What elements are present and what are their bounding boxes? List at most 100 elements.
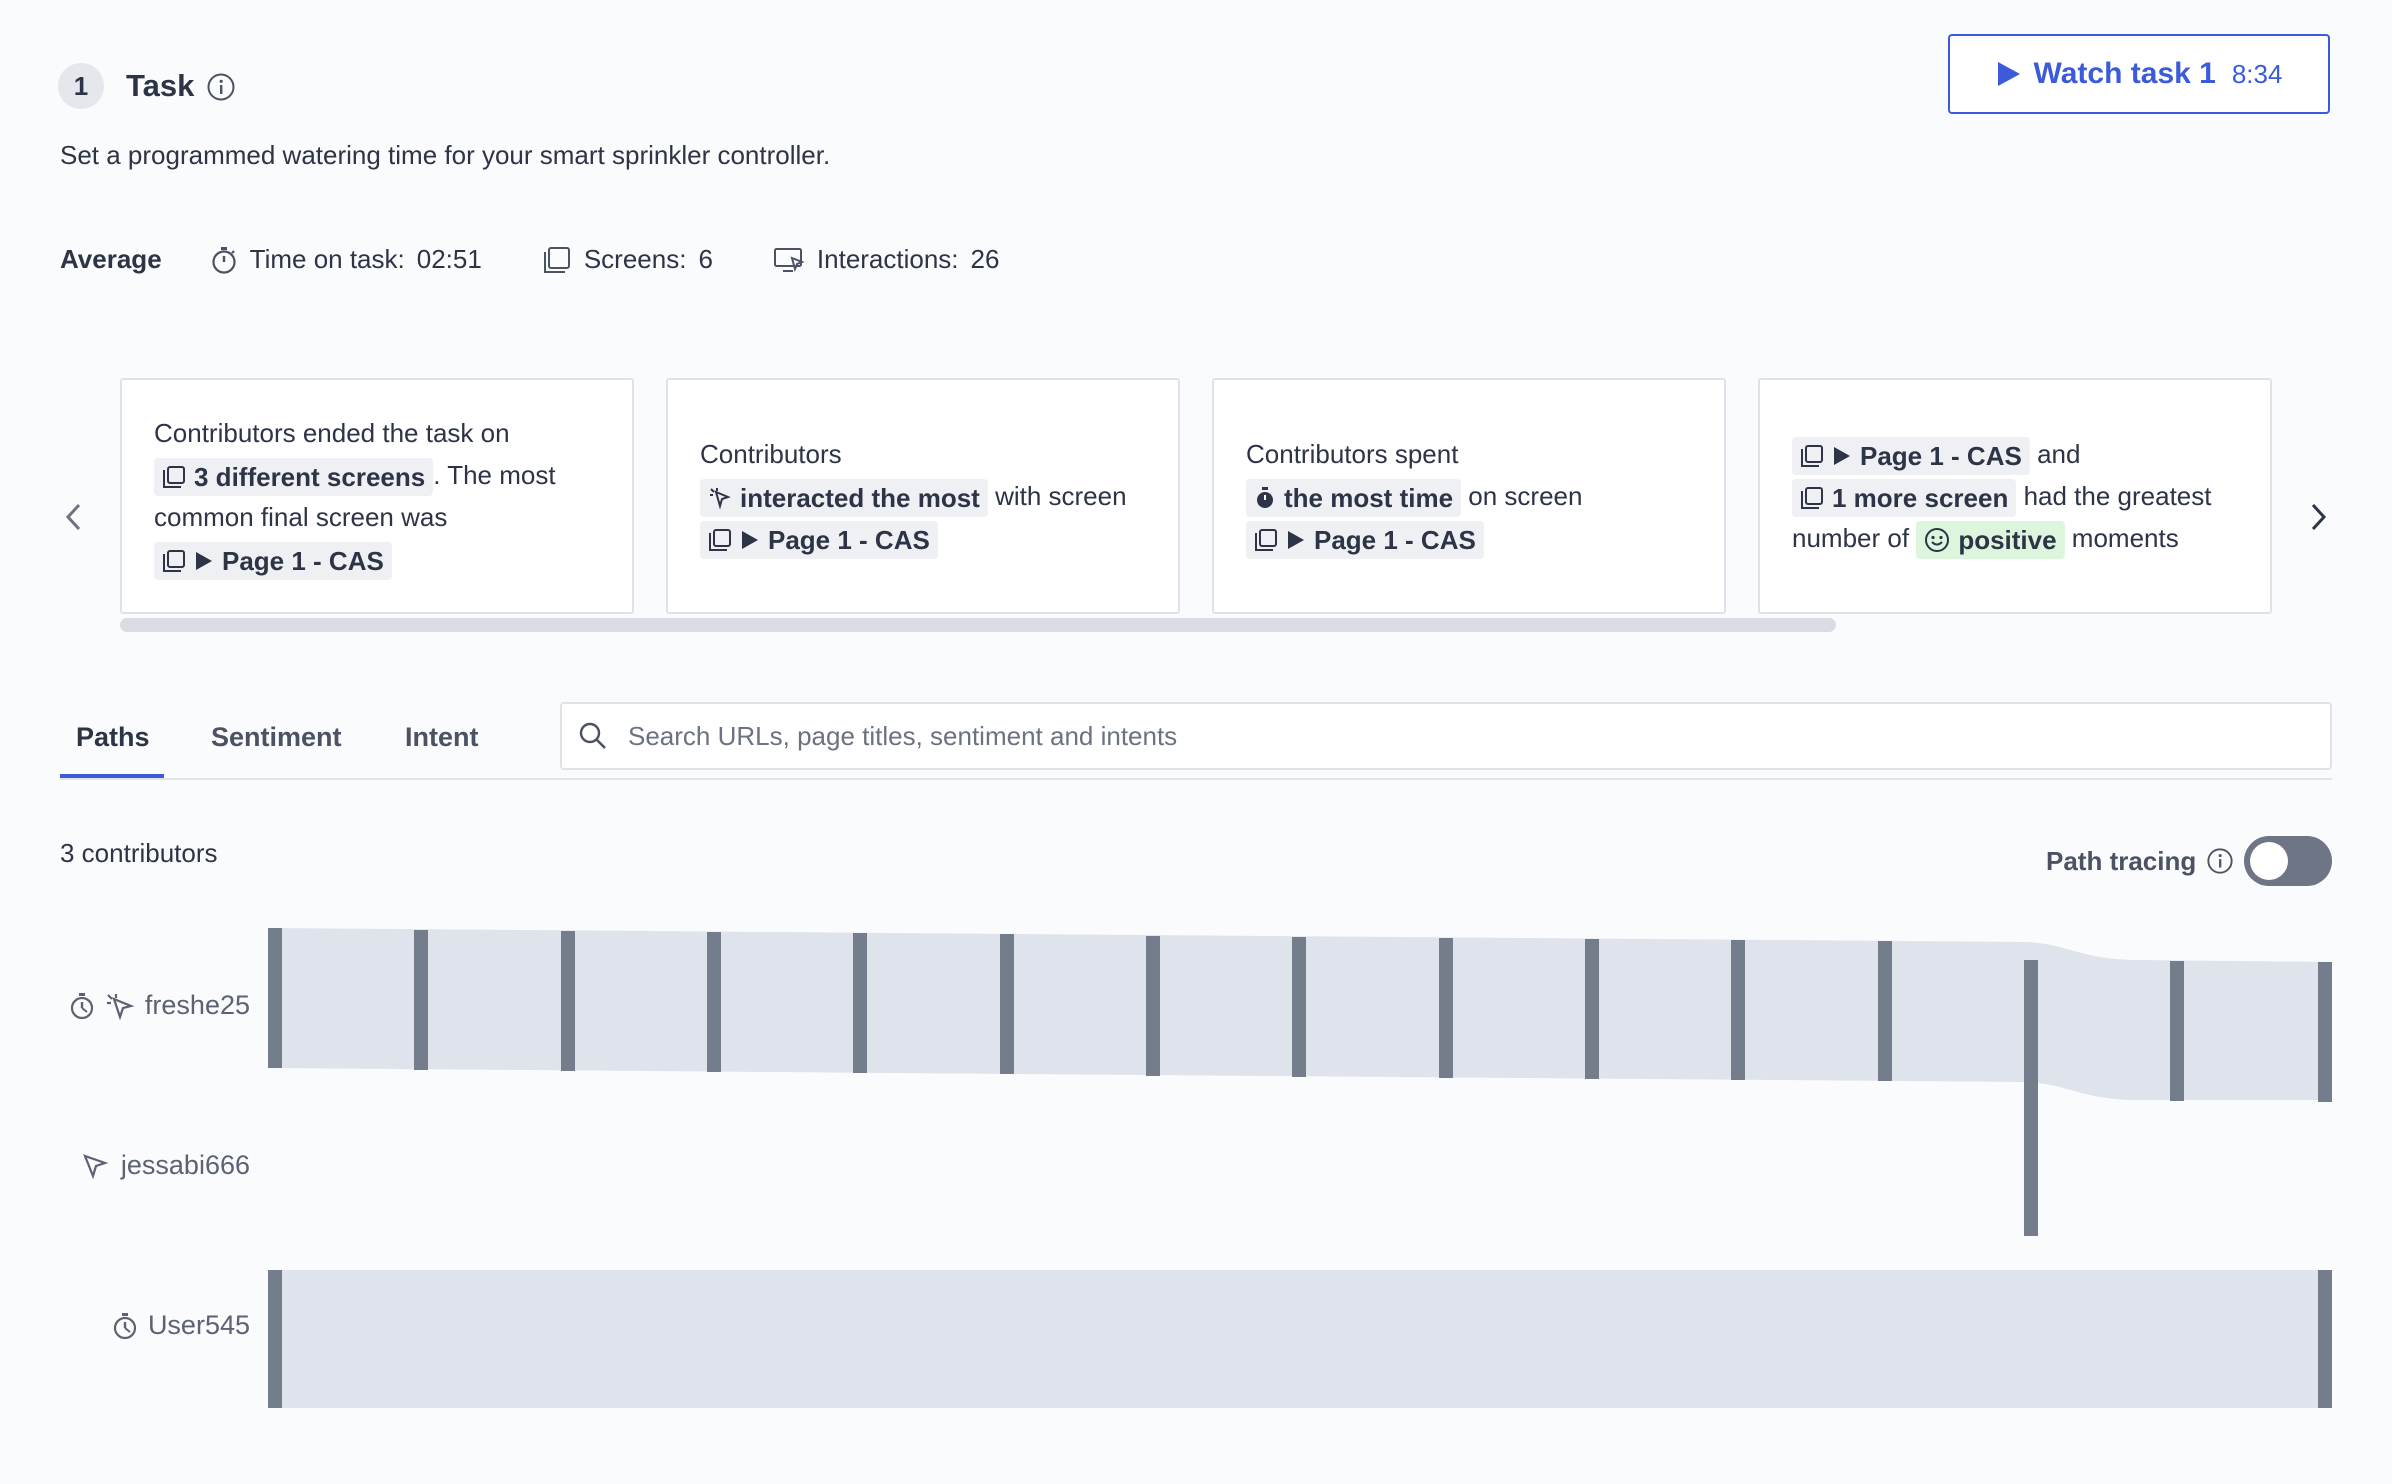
screen-node[interactable] [1292, 937, 1306, 1077]
screen-node[interactable] [1000, 934, 1014, 1074]
chip-label: the most time [1284, 483, 1454, 513]
screen-node[interactable] [853, 933, 867, 1073]
screens-icon [1800, 486, 1824, 510]
contributor-row-label[interactable]: freshe25 [69, 990, 250, 1021]
stopwatch-icon [69, 992, 95, 1020]
screen-node[interactable] [2024, 960, 2038, 1236]
watch-task-button[interactable]: Watch task 1 8:34 [1948, 34, 2330, 114]
card-text: moments [2071, 523, 2179, 554]
carousel-next-button[interactable] [2306, 500, 2330, 534]
screens-chip: 3 different screens [154, 458, 434, 496]
watch-task-label: Watch task 1 [2033, 57, 2216, 90]
screens-icon [162, 465, 186, 489]
chip-label: 1 more screen [1832, 483, 2009, 514]
play-icon [194, 550, 214, 572]
carousel-prev-button[interactable] [62, 500, 86, 534]
more-screens-chip: 1 more screen [1792, 479, 2017, 518]
toggle-knob [2250, 842, 2289, 880]
path-tracing-toggle[interactable] [2244, 836, 2333, 886]
click-icon [105, 992, 135, 1020]
page-chip[interactable]: Page 1 - CAS [1246, 521, 1484, 560]
average-stats: Average Time on task: 02:51 Screens: 6 I… [60, 244, 1059, 275]
interactions-chip: interacted the most [700, 479, 988, 517]
stopwatch-icon [112, 1312, 138, 1340]
task-title: Task [126, 68, 195, 103]
screen-node[interactable] [1585, 939, 1599, 1079]
task-description: Set a programmed watering time for your … [60, 140, 831, 170]
contributor-name: freshe25 [144, 990, 250, 1020]
tab-paths[interactable]: Paths [76, 722, 150, 753]
chip-label: positive [1958, 525, 2057, 556]
insight-card-sentiment[interactable]: Page 1 - CAS and 1 more screen had the g… [1758, 378, 2272, 614]
screen-node[interactable] [2170, 961, 2184, 1101]
screens-label: Screens: [583, 244, 687, 274]
screens-icon [1254, 528, 1278, 552]
contributor-name: jessabi666 [120, 1150, 250, 1180]
page-label: Page 1 - CAS [222, 546, 384, 577]
tab-intent[interactable]: Intent [405, 722, 479, 753]
card-text: Contributors spent [1246, 438, 1459, 469]
contributor-name: User545 [147, 1310, 250, 1340]
screen-node[interactable] [414, 930, 428, 1070]
time-chip: the most time [1246, 479, 1462, 517]
time-on-task-stat: Time on task: 02:51 [210, 244, 482, 275]
screen-node[interactable] [1439, 938, 1453, 1078]
page-label: Page 1 - CAS [1314, 525, 1476, 556]
screens-icon [708, 528, 732, 552]
card-text: Contributors [700, 438, 842, 469]
smiley-icon [1924, 527, 1950, 553]
stopwatch-icon [1254, 486, 1276, 510]
path-tracing-label: Path tracing [2046, 845, 2197, 876]
watch-task-duration: 8:34 [2231, 58, 2283, 89]
card-text: on screen [1468, 480, 1583, 511]
path-flow-chart [268, 928, 2332, 1408]
monitor-click-icon [773, 246, 805, 274]
screens-stat: Screens: 6 [542, 244, 713, 275]
screens-icon [1800, 444, 1824, 468]
page-label: Page 1 - CAS [768, 525, 930, 556]
contributors-count: 3 contributors [60, 838, 218, 868]
page-chip[interactable]: Page 1 - CAS [700, 521, 938, 560]
screen-node[interactable] [1731, 940, 1745, 1080]
insight-card-end-screens[interactable]: Contributors ended the task on 3 differe… [120, 378, 634, 614]
time-on-task-label: Time on task: [249, 244, 405, 274]
search-icon [578, 721, 608, 751]
screen-node[interactable] [2318, 962, 2332, 1102]
screen-node[interactable] [268, 928, 282, 1068]
page-chip[interactable]: Page 1 - CAS [1792, 436, 2030, 475]
info-icon[interactable] [206, 72, 236, 102]
screen-node[interactable] [1878, 941, 1892, 1081]
screens-icon [542, 246, 572, 274]
screen-node[interactable] [268, 1270, 282, 1408]
card-text: with screen [995, 480, 1127, 511]
insight-card-time[interactable]: Contributors spent the most time on scre… [1212, 378, 1726, 614]
play-icon [1832, 445, 1852, 467]
insight-card-interactions[interactable]: Contributors interacted the most with sc… [666, 378, 1180, 614]
search-box[interactable] [560, 702, 2332, 770]
screen-node[interactable] [561, 931, 575, 1071]
screen-node[interactable] [707, 932, 721, 1072]
search-input[interactable] [626, 719, 2330, 753]
contributor-row-label[interactable]: jessabi666 [81, 1150, 250, 1181]
page-label: Page 1 - CAS [1860, 440, 2022, 471]
interactions-label: Interactions: [816, 244, 959, 274]
interactions-stat: Interactions: 26 [773, 244, 999, 275]
cursor-icon [81, 1152, 111, 1180]
stopwatch-icon [210, 245, 238, 275]
screen-node[interactable] [1146, 936, 1160, 1076]
click-icon [708, 486, 732, 510]
play-icon [740, 529, 760, 551]
positive-sentiment-chip: positive [1916, 521, 2065, 560]
info-icon[interactable] [2206, 847, 2234, 875]
play-icon [1996, 60, 2022, 88]
screen-node[interactable] [2318, 1270, 2332, 1408]
page-chip[interactable]: Page 1 - CAS [154, 542, 392, 581]
flow-band-user545 [268, 1270, 2332, 1408]
screens-icon [162, 549, 186, 573]
screens-value: 6 [698, 244, 713, 274]
tab-sentiment[interactable]: Sentiment [211, 722, 342, 753]
carousel-scrollbar[interactable] [120, 618, 1836, 632]
time-on-task-value: 02:51 [416, 244, 482, 274]
card-text: Contributors ended the task on [154, 417, 510, 448]
contributor-row-label[interactable]: User545 [112, 1310, 250, 1341]
